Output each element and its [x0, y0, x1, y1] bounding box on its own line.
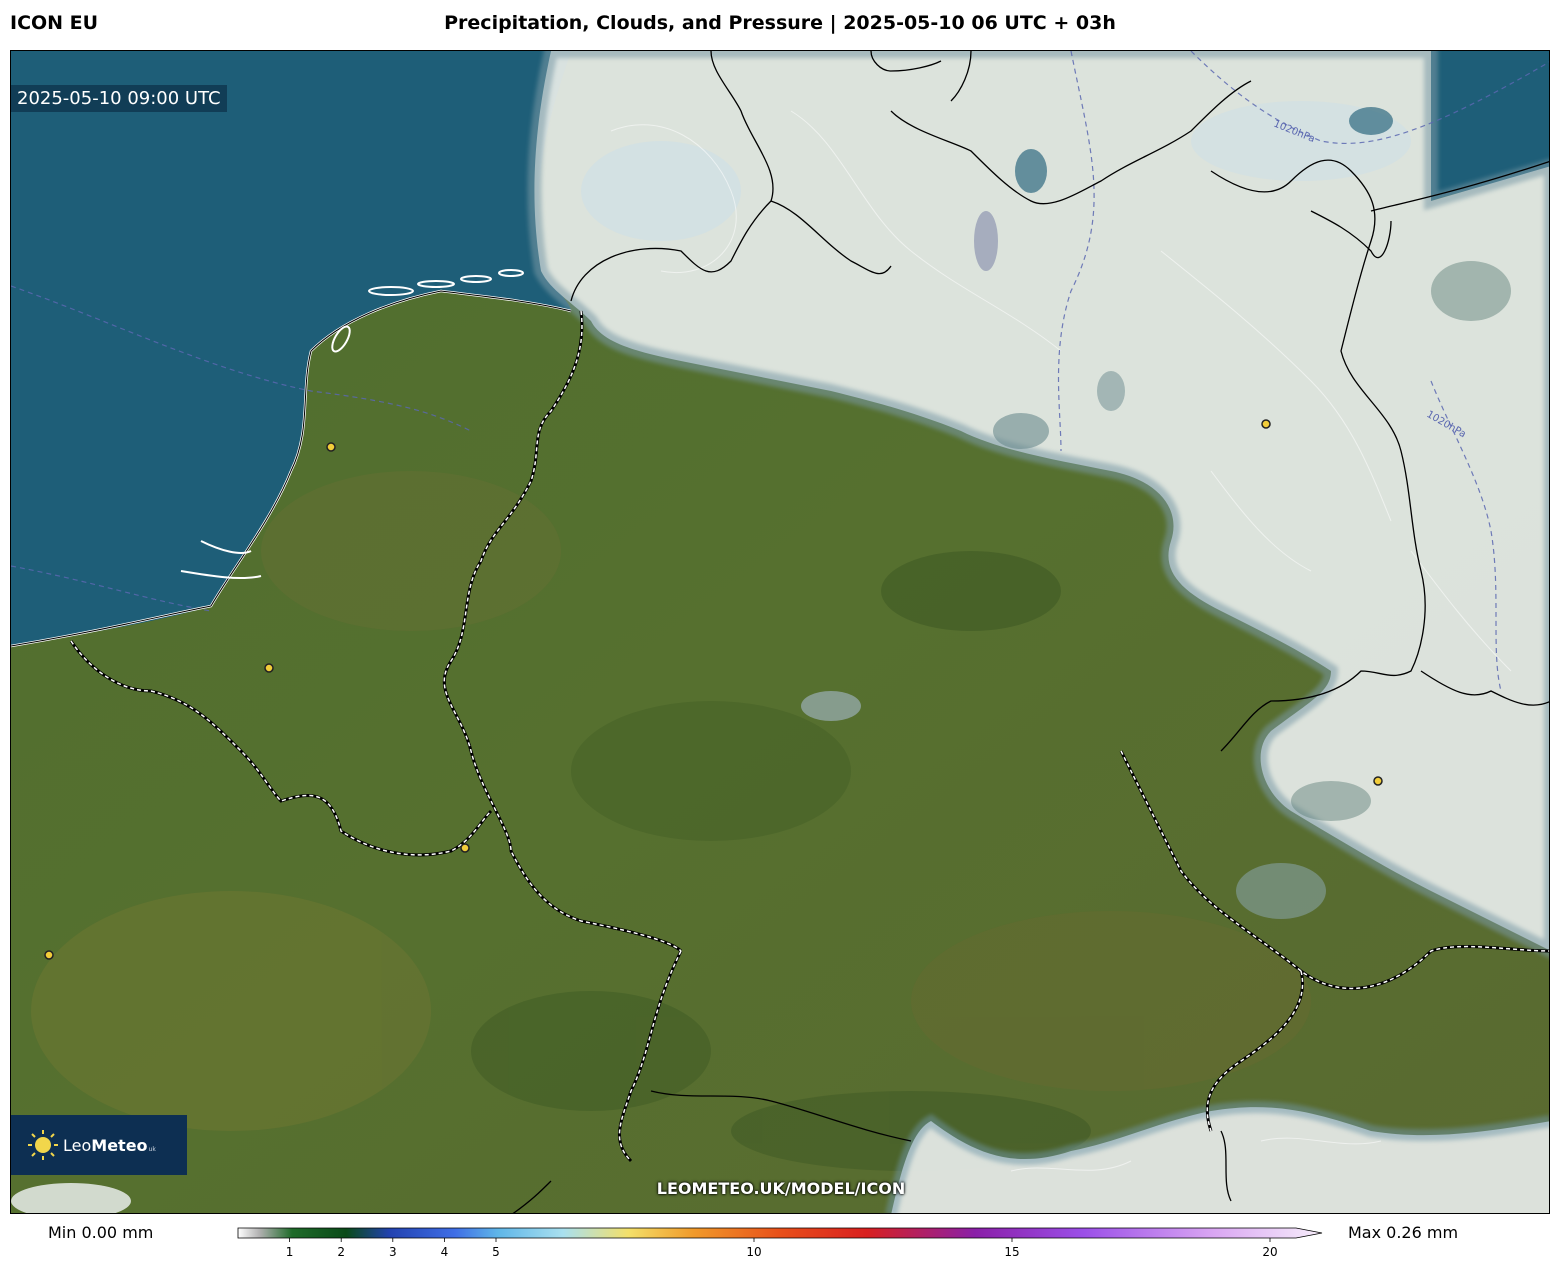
map-title: Precipitation, Clouds, and Pressure | 20… — [444, 12, 1116, 34]
logo-text: LeoMeteouk — [63, 1135, 156, 1155]
colorbar-tick-label: 4 — [441, 1245, 449, 1259]
colorbar-tick-label: 1 — [286, 1245, 294, 1259]
colorbar-gradient — [237, 1227, 1323, 1239]
legend-max-label: Max 0.26 mm — [1348, 1223, 1459, 1242]
colorbar-tick-label: 2 — [337, 1245, 345, 1259]
precip-colorbar: 1 2 3 4 5 10 15 20 — [237, 1227, 1323, 1259]
colorbar-tick-label: 5 — [492, 1245, 500, 1259]
colorbar-tick-label: 20 — [1262, 1245, 1277, 1259]
city-marker — [44, 950, 54, 960]
legend-min-label: Min 0.00 mm — [48, 1223, 154, 1242]
valid-time-label: 2025-05-10 09:00 UTC — [11, 85, 227, 112]
city-marker — [1261, 419, 1271, 429]
colorbar-tick-label: 3 — [389, 1245, 397, 1259]
sun-icon — [28, 1130, 58, 1160]
colorbar-tick-label: 15 — [1004, 1245, 1019, 1259]
city-marker — [460, 843, 470, 853]
city-marker — [326, 442, 336, 452]
colorbar-ticks: 1 2 3 4 5 10 15 20 — [286, 1238, 1278, 1259]
leometeo-logo[interactable]: LeoMeteouk — [11, 1115, 187, 1175]
city-marker — [1373, 776, 1383, 786]
map-panel[interactable]: 1020hPa 1020hPa 2025-05-10 09:00 UTC Leo… — [10, 50, 1550, 1214]
colorbar-tick-label: 10 — [746, 1245, 761, 1259]
map-canvas: 1020hPa 1020hPa — [11, 51, 1549, 1213]
site-watermark: LEOMETEO.UK/MODEL/ICON — [656, 1179, 906, 1198]
city-marker — [264, 663, 274, 673]
